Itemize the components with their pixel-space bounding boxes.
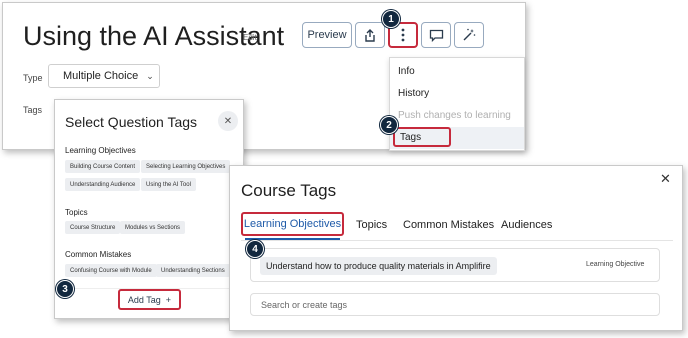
tag-chip[interactable]: Course Structure [65, 221, 121, 234]
comment-button[interactable] [421, 22, 451, 48]
tab-common-mistakes[interactable]: Common Mistakes [403, 219, 494, 231]
type-label: Type [23, 73, 43, 83]
close-icon[interactable]: ✕ [660, 171, 671, 187]
more-options-menu: Info History Push changes to learning Ta… [389, 57, 525, 151]
tab-learning-objectives[interactable]: Learning Objectives [241, 212, 344, 236]
section-heading-topics: Topics [65, 208, 88, 217]
tag-chip[interactable]: Understand how to produce quality materi… [260, 257, 497, 275]
tags-label: Tags [23, 105, 43, 115]
menu-item-tags-row[interactable]: Tags [390, 127, 524, 149]
menu-item-push-changes: Push changes to learning [398, 110, 511, 121]
ai-assistant-button[interactable] [454, 22, 484, 48]
chevron-down-icon: ⌄ [146, 70, 154, 81]
section-heading-learning-objectives: Learning Objectives [65, 146, 136, 155]
share-button[interactable] [355, 22, 385, 48]
menu-item-history[interactable]: History [398, 88, 429, 99]
tag-chip[interactable]: Selecting Learning Objectives [141, 160, 231, 173]
comment-icon [429, 29, 443, 42]
plus-icon: + [165, 294, 172, 305]
dialog-title: Course Tags [241, 181, 337, 200]
tag-chip[interactable]: Building Course Content [65, 160, 141, 173]
tag-chip[interactable]: Confusing Course with Module [65, 264, 157, 277]
tab-topics[interactable]: Topics [356, 219, 387, 231]
menu-item-info[interactable]: Info [398, 66, 415, 77]
tag-type-label: Learning Objective [586, 261, 645, 268]
select-question-tags-dialog: Select Question Tags ✕ Learning Objectiv… [54, 99, 244, 319]
add-tag-button[interactable]: Add Tag + [118, 289, 181, 310]
section-heading-common-mistakes: Common Mistakes [65, 250, 132, 259]
add-tag-label: Add Tag [127, 294, 161, 305]
dialog-title: Select Question Tags [65, 114, 198, 130]
close-icon[interactable]: ✕ [218, 111, 238, 131]
step-badge-2: 2 [380, 116, 398, 134]
tabs-divider [241, 240, 673, 241]
course-tags-dialog: Course Tags ✕ Learning Objectives Topics… [229, 165, 683, 331]
step-badge-4: 4 [246, 240, 264, 258]
question-type-value: Multiple Choice [63, 70, 139, 82]
edit-title-link[interactable]: Edit [243, 33, 257, 42]
tag-chip[interactable]: Modules vs Sections [120, 221, 186, 234]
share-icon [365, 28, 375, 42]
preview-button[interactable]: Preview [302, 22, 352, 48]
search-tags-input[interactable]: Search or create tags [250, 293, 660, 316]
question-type-select[interactable]: Multiple Choice ⌄ [48, 64, 160, 88]
menu-item-tags[interactable]: Tags [393, 127, 451, 147]
magic-wand-icon [463, 28, 476, 41]
step-badge-1: 1 [382, 10, 400, 28]
vertical-dots-icon [401, 28, 405, 42]
tag-chip[interactable]: Using the AI Tool [141, 178, 196, 191]
tab-audiences[interactable]: Audiences [501, 219, 552, 231]
step-badge-3: 3 [56, 280, 74, 298]
tag-chip[interactable]: Understanding Audience [65, 178, 141, 191]
tag-chip[interactable]: Understanding Sections [156, 264, 230, 277]
